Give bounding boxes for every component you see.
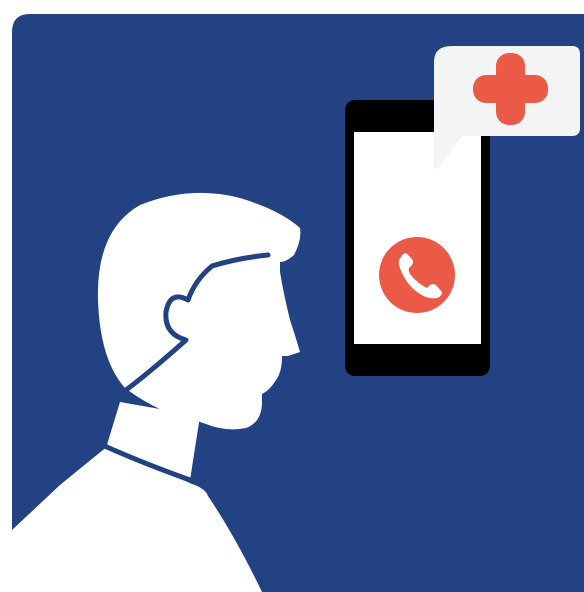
smartphone <box>345 100 490 376</box>
call-button <box>379 237 455 313</box>
telehealth-illustration <box>12 14 584 592</box>
